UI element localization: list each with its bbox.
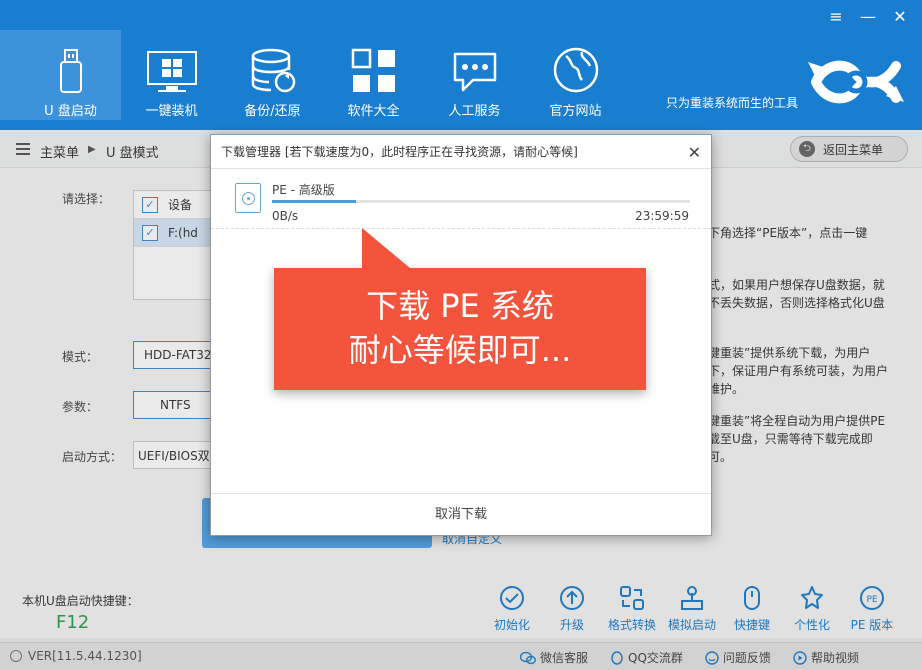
apps-grid-icon [323, 40, 424, 94]
nav-label: 官方网站 [549, 104, 602, 119]
nav-label: 人工服务 [448, 104, 501, 119]
nav-one-click-install[interactable]: 一键装机 [121, 40, 222, 130]
cancel-download-button[interactable]: 取消下载 [211, 493, 711, 535]
menu-icon[interactable]: ≡ [828, 8, 844, 26]
callout-line-2: 耐心等候即可... [348, 331, 572, 369]
monitor-windows-icon [121, 40, 222, 94]
window-controls: ≡ — ✕ [828, 8, 908, 26]
dialog-close-button[interactable]: ✕ [688, 143, 701, 162]
download-item: PE - 高级版 0B/s 23:59:59 [211, 169, 711, 229]
minimize-button[interactable]: — [860, 8, 876, 26]
nav-label: 软件大全 [347, 104, 400, 119]
nav-backup-restore[interactable]: 备份/还原 [222, 40, 323, 130]
callout-line-1: 下载 PE 系统 [366, 287, 554, 325]
progress-fill [272, 200, 356, 203]
app-logo [808, 52, 904, 115]
download-callout: 下载 PE 系统 耐心等候即可... [274, 228, 646, 390]
nav-label: 备份/还原 [244, 104, 301, 119]
dialog-title: 下载管理器 [若下载速度为0，此时程序正在寻找资源，请耐心等候] [211, 135, 711, 169]
download-remaining-time: 23:59:59 [635, 209, 689, 223]
download-item-name: PE - 高级版 [272, 183, 335, 197]
nav-label: U 盘启动 [44, 104, 97, 119]
nav-label: 一键装机 [145, 104, 198, 119]
top-header: ≡ — ✕ U 盘启动 一键装机 备份/还原 软件大全 人工服务 官方网站 只为… [0, 0, 922, 130]
nav-official-site[interactable]: 官方网站 [525, 40, 626, 130]
close-button[interactable]: ✕ [892, 8, 908, 26]
download-progress-bar [272, 200, 690, 203]
nav-usb-boot[interactable]: U 盘启动 [0, 30, 121, 120]
main-nav: U 盘启动 一键装机 备份/还原 软件大全 人工服务 官方网站 [0, 30, 626, 130]
download-speed: 0B/s [272, 209, 299, 223]
disc-file-icon [235, 183, 261, 213]
callout-tail [362, 228, 410, 268]
chat-bubble-icon [424, 40, 525, 94]
usb-drive-icon [20, 40, 121, 94]
slogan: 只为重装系统而生的工具 [666, 96, 799, 110]
database-restore-icon [222, 40, 323, 94]
nav-manual-service[interactable]: 人工服务 [424, 40, 525, 130]
globe-icon [525, 40, 626, 94]
nav-software[interactable]: 软件大全 [323, 40, 424, 130]
